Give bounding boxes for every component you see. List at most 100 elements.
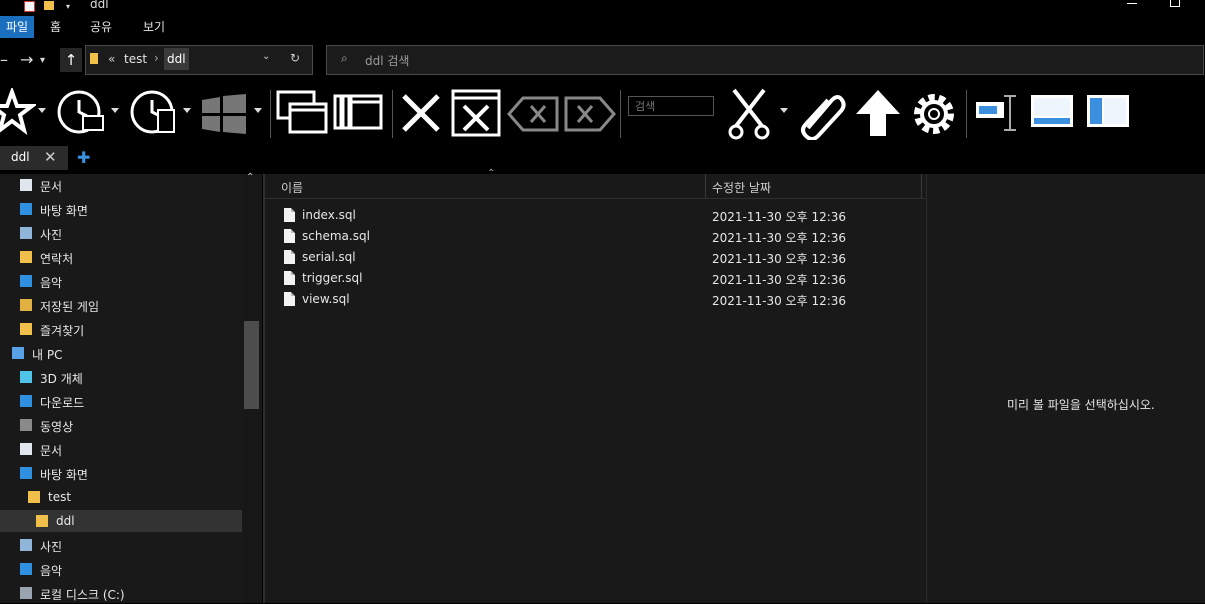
search-input[interactable]: ddl 검색 bbox=[365, 52, 409, 69]
desktop-icon bbox=[20, 467, 32, 479]
toolbar-separator bbox=[270, 90, 271, 138]
delete-forward-icon[interactable] bbox=[564, 94, 618, 134]
preview-pane-icon[interactable] bbox=[1086, 94, 1132, 128]
nav-item-label: 3D 개체 bbox=[40, 372, 83, 386]
column-separator[interactable] bbox=[921, 174, 922, 198]
nav-item[interactable]: 문서 bbox=[0, 174, 242, 196]
tile-windows-icon[interactable] bbox=[333, 92, 385, 132]
file-row[interactable]: trigger.sql 2021-11-30 오후 12:36 bbox=[265, 268, 926, 289]
refresh-icon[interactable]: ↻ bbox=[290, 51, 300, 65]
chevron-down-icon[interactable]: ▾ bbox=[66, 2, 70, 11]
file-icon bbox=[284, 208, 295, 222]
nav-item[interactable]: 다운로드 bbox=[0, 390, 242, 412]
file-row[interactable]: schema.sql 2021-11-30 오후 12:36 bbox=[265, 226, 926, 247]
properties-icon[interactable] bbox=[24, 1, 35, 12]
nav-item[interactable]: 로컬 디스크 (C:) bbox=[0, 582, 242, 604]
file-icon bbox=[284, 292, 295, 306]
tab-ddl[interactable]: ddl ✕ bbox=[0, 146, 68, 170]
folder-icon bbox=[90, 53, 98, 64]
menu-view[interactable]: 보기 bbox=[143, 18, 165, 35]
nav-item-label: 다운로드 bbox=[40, 396, 85, 410]
column-header-name[interactable]: 이름 bbox=[281, 179, 303, 196]
minimize-icon[interactable] bbox=[1127, 3, 1137, 4]
nav-item[interactable]: 사진 bbox=[0, 534, 242, 556]
file-name: trigger.sql bbox=[302, 271, 363, 285]
back-icon[interactable]: – bbox=[0, 50, 8, 69]
menu-file[interactable]: 파일 bbox=[0, 16, 34, 38]
search-box[interactable]: ⌕ ddl 검색 bbox=[326, 45, 1204, 75]
forward-icon[interactable]: → bbox=[20, 50, 33, 69]
nav-item[interactable]: ddl bbox=[0, 510, 242, 532]
breadcrumb-ddl[interactable]: ddl bbox=[164, 48, 189, 70]
recent-files-dropdown-icon[interactable] bbox=[183, 108, 191, 113]
resize-window-icon[interactable] bbox=[974, 94, 1024, 132]
close-icon[interactable] bbox=[400, 92, 442, 134]
breadcrumb-test[interactable]: test bbox=[124, 52, 147, 66]
file-modified: 2021-11-30 오후 12:36 bbox=[712, 231, 847, 245]
nav-item[interactable]: 사진 bbox=[0, 222, 242, 244]
scroll-up-icon[interactable]: ⌃ bbox=[246, 172, 254, 183]
nav-item[interactable]: 동영상 bbox=[0, 414, 242, 436]
document-icon bbox=[20, 443, 32, 455]
close-window-icon[interactable] bbox=[450, 88, 502, 138]
file-row[interactable]: index.sql 2021-11-30 오후 12:36 bbox=[265, 205, 926, 226]
column-separator[interactable] bbox=[705, 174, 706, 198]
nav-item[interactable]: 내 PC bbox=[0, 342, 242, 364]
address-dropdown-icon[interactable]: ⌄ bbox=[262, 51, 270, 62]
star-icon[interactable] bbox=[0, 88, 36, 138]
desktop-icon bbox=[20, 203, 32, 215]
contacts-icon bbox=[20, 251, 32, 263]
column-header-modified[interactable]: 수정한 날짜 bbox=[712, 179, 771, 196]
tab-close-icon[interactable]: ✕ bbox=[44, 148, 57, 166]
quick-toolbar: 검색 bbox=[0, 84, 1205, 144]
menu-share[interactable]: 공유 bbox=[90, 18, 112, 35]
nav-item[interactable]: 음악 bbox=[0, 558, 242, 580]
paperclip-icon[interactable] bbox=[798, 88, 848, 140]
cascade-windows-icon[interactable] bbox=[276, 90, 330, 138]
toolbar-separator bbox=[620, 90, 621, 138]
nav-item-label: 음악 bbox=[40, 276, 63, 290]
nav-item[interactable]: 바탕 화면 bbox=[0, 462, 242, 484]
address-bar[interactable]: « test › ddl ⌄ ↻ bbox=[85, 45, 313, 75]
windows-dropdown-icon[interactable] bbox=[254, 108, 262, 113]
scissors-icon[interactable] bbox=[726, 88, 774, 140]
gear-icon[interactable] bbox=[910, 88, 960, 138]
windows-icon[interactable] bbox=[200, 94, 248, 134]
star-dropdown-icon[interactable] bbox=[38, 108, 46, 113]
recent-folder-icon[interactable] bbox=[55, 88, 107, 138]
recent-dropdown-icon[interactable] bbox=[111, 108, 119, 113]
file-icon bbox=[284, 229, 295, 243]
file-icon bbox=[284, 271, 295, 285]
toolbar-search-input[interactable]: 검색 bbox=[628, 96, 714, 116]
file-row[interactable]: serial.sql 2021-11-30 오후 12:36 bbox=[265, 247, 926, 268]
music-icon bbox=[20, 563, 32, 575]
details-pane-icon[interactable] bbox=[1030, 94, 1076, 128]
nav-item[interactable]: 문서 bbox=[0, 438, 242, 460]
backspace-icon[interactable] bbox=[507, 94, 561, 134]
nav-item-label: 사진 bbox=[40, 228, 63, 242]
ribbon-menu: 파일 홈 공유 보기 bbox=[0, 14, 1205, 38]
nav-item[interactable]: 즐겨찾기 bbox=[0, 318, 242, 340]
nav-item[interactable]: test bbox=[0, 486, 242, 508]
nav-item[interactable]: 바탕 화면 bbox=[0, 198, 242, 220]
nav-item[interactable]: 연락처 bbox=[0, 246, 242, 268]
nav-scrollbar-thumb[interactable] bbox=[244, 321, 259, 409]
nav-item[interactable]: 음악 bbox=[0, 270, 242, 292]
preview-pane: 미리 볼 파일을 선택하십시오. bbox=[926, 174, 1205, 603]
file-modified: 2021-11-30 오후 12:36 bbox=[712, 210, 847, 224]
cut-dropdown-icon[interactable] bbox=[780, 108, 788, 113]
breadcrumb-overflow[interactable]: « bbox=[108, 52, 115, 66]
recent-chevron-icon[interactable]: ▾ bbox=[40, 55, 45, 66]
maximize-icon[interactable] bbox=[1170, 0, 1180, 7]
recent-files-icon[interactable] bbox=[128, 88, 180, 138]
file-row[interactable]: view.sql 2021-11-30 오후 12:36 bbox=[265, 289, 926, 310]
up-arrow-icon[interactable] bbox=[854, 88, 902, 138]
nav-item[interactable]: 저장된 게임 bbox=[0, 294, 242, 316]
toolbar-separator bbox=[966, 90, 967, 138]
up-icon[interactable]: ↑ bbox=[60, 48, 82, 72]
new-tab-icon[interactable]: ✚ bbox=[77, 148, 90, 167]
music-icon bbox=[20, 275, 32, 287]
nav-item[interactable]: 3D 개체 bbox=[0, 366, 242, 388]
menu-home[interactable]: 홈 bbox=[50, 18, 61, 35]
nav-item-label: 로컬 디스크 (C:) bbox=[40, 588, 125, 602]
